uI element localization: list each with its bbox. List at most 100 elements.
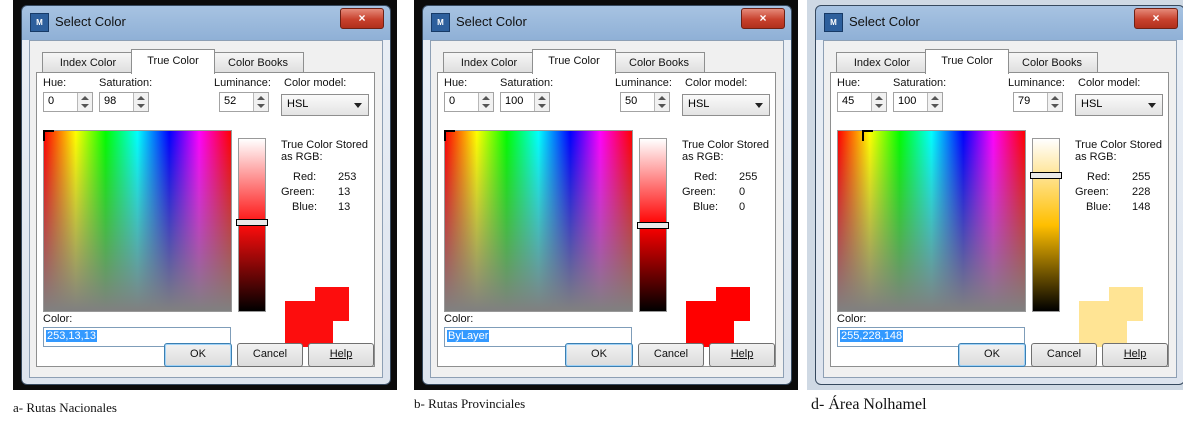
color-input-value: 255,228,148 [840,330,904,342]
help-button[interactable]: Help [308,343,374,367]
saturation-arrows[interactable] [534,93,549,111]
color-spectrum[interactable] [837,130,1026,312]
luminance-spinner[interactable]: 79 [1013,92,1063,112]
swatch-current [686,301,734,347]
title-bar[interactable]: M Select Color × [22,6,390,37]
hue-arrows[interactable] [478,93,493,111]
hue-spinner[interactable]: 45 [837,92,887,112]
tab-color-books[interactable]: Color Books [613,52,705,73]
tab-index-color[interactable]: Index Color [443,52,535,73]
hue-spinner[interactable]: 0 [43,92,93,112]
true-color-page: Hue: Saturation: Luminance: Color model:… [830,72,1169,367]
hue-label: Hue: [837,77,861,89]
luminance-slider-handle[interactable] [1030,172,1062,179]
saturation-label: Saturation: [99,77,153,89]
cancel-button[interactable]: Cancel [1031,343,1097,367]
blue-value: 13 [338,201,351,213]
saturation-arrows[interactable] [133,93,148,111]
help-button[interactable]: Help [709,343,775,367]
tab-color-books[interactable]: Color Books [1006,52,1098,73]
luminance-bar[interactable] [1030,138,1062,312]
saturation-value: 98 [104,95,117,107]
title-bar[interactable]: M Select Color × [423,6,791,37]
saturation-spinner[interactable]: 100 [500,92,550,112]
green-label: Green: [682,186,716,198]
red-value: 253 [338,171,357,183]
luminance-slider-handle[interactable] [236,219,268,226]
close-button[interactable]: × [340,8,384,29]
saturation-spinner[interactable]: 98 [99,92,149,112]
caption: d- Área Nolhamel [811,396,927,413]
crosshair-icon[interactable] [43,130,54,141]
close-button[interactable]: × [741,8,785,29]
hue-arrows[interactable] [871,93,886,111]
tab-color-books[interactable]: Color Books [212,52,304,73]
tab-true-color[interactable]: True Color [925,49,1009,74]
hue-label: Hue: [444,77,468,89]
red-label: Red: [694,171,718,183]
hue-spinner[interactable]: 0 [444,92,494,112]
luminance-spinner[interactable]: 50 [620,92,670,112]
color-label: Color: [43,313,73,325]
red-value: 255 [1132,171,1151,183]
app-icon: M [824,13,843,32]
saturation-arrows[interactable] [927,93,942,111]
ok-button[interactable]: OK [565,343,633,367]
tab-true-color[interactable]: True Color [131,49,215,74]
hue-value: 0 [48,95,55,107]
caption: b- Rutas Provinciales [414,396,526,411]
saturation-label: Saturation: [893,77,947,89]
title-bar[interactable]: M Select Color × [816,6,1183,37]
color-label: Color: [837,313,867,325]
color-model-select[interactable]: HSL [1075,94,1163,116]
luminance-arrows[interactable] [253,93,268,111]
dialog-title: Select Color [849,14,920,29]
color-preview-swatch [285,287,349,347]
select-color-dialog: M Select Color × Index Color True Color … [21,5,391,385]
color-model-value: HSL [688,98,710,110]
hue-arrows[interactable] [77,93,92,111]
cancel-button[interactable]: Cancel [237,343,303,367]
crosshair-icon[interactable] [444,130,455,141]
close-button[interactable]: × [1134,8,1178,29]
tab-index-color[interactable]: Index Color [836,52,928,73]
color-model-label: Color model: [284,77,347,89]
luminance-arrows[interactable] [1047,93,1062,111]
blue-label: Blue: [693,201,719,213]
blue-label: Blue: [1086,201,1112,213]
stored-as-rgb-label: True Color Stored as RGB: [682,139,770,163]
cancel-button[interactable]: Cancel [638,343,704,367]
green-label: Green: [281,186,315,198]
saturation-spinner[interactable]: 100 [893,92,943,112]
dialog-client-area: Index Color True Color Color Books Hue: … [430,40,784,378]
dialog-title: Select Color [55,14,126,29]
green-value: 228 [1132,186,1151,198]
color-model-select[interactable]: HSL [682,94,770,116]
luminance-bar[interactable] [637,138,669,312]
select-color-dialog: M Select Color × Index Color True Color … [422,5,792,385]
color-model-select[interactable]: HSL [281,94,369,116]
luminance-spinner[interactable]: 52 [219,92,269,112]
color-input-value: 253,13,13 [46,330,97,342]
green-label: Green: [1075,186,1109,198]
tab-true-color[interactable]: True Color [532,49,616,74]
ok-button[interactable]: OK [958,343,1026,367]
color-spectrum[interactable] [43,130,232,312]
luminance-bar[interactable] [236,138,268,312]
hue-label: Hue: [43,77,67,89]
luminance-slider-handle[interactable] [637,222,669,229]
dialog-client-area: Index Color True Color Color Books Hue: … [823,40,1177,378]
swatch-current [1079,301,1127,347]
crosshair-icon[interactable] [862,130,873,141]
hue-value: 0 [449,95,456,107]
blue-value: 0 [739,201,746,213]
color-spectrum[interactable] [444,130,633,312]
green-value: 0 [739,186,746,198]
blue-value: 148 [1132,201,1151,213]
luminance-value: 50 [625,95,638,107]
luminance-arrows[interactable] [654,93,669,111]
luminance-value: 52 [224,95,237,107]
ok-button[interactable]: OK [164,343,232,367]
tab-index-color[interactable]: Index Color [42,52,134,73]
help-button[interactable]: Help [1102,343,1168,367]
